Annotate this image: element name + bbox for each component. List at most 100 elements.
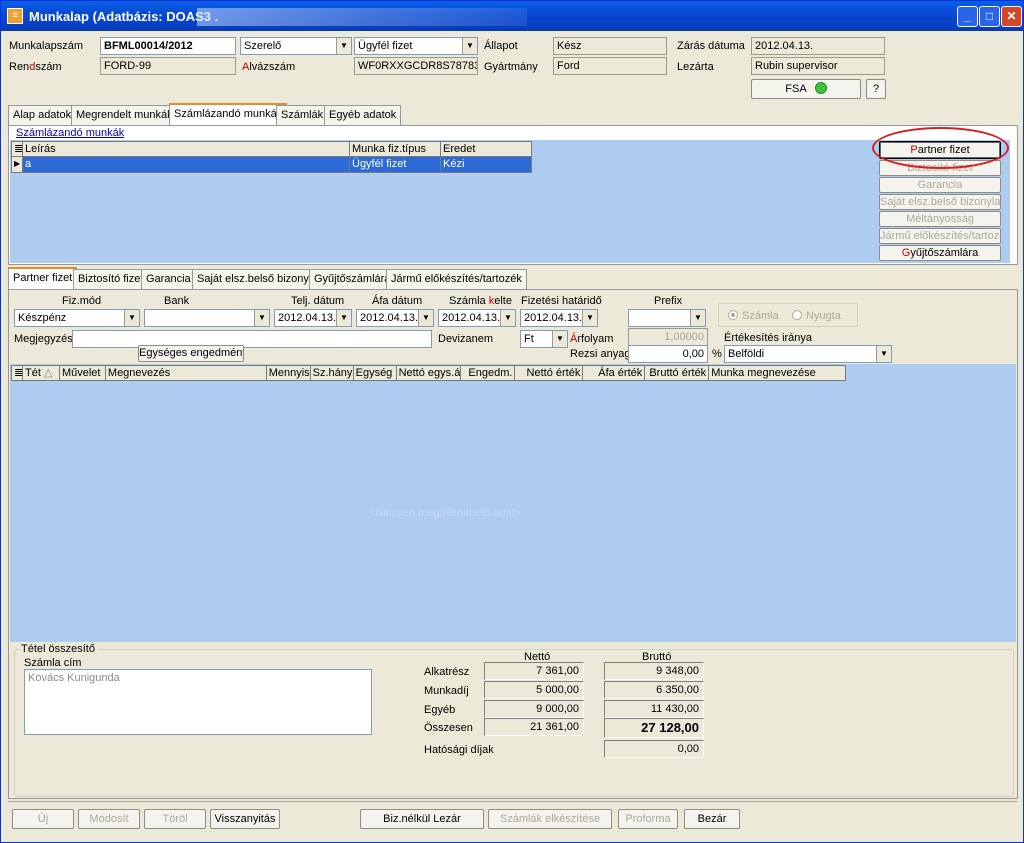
fizetes-tipus-combo[interactable]: Ügyfél fizet ▼ [354, 37, 478, 55]
column-sz-hanyad[interactable]: Sz.hánya [311, 366, 354, 380]
tab-sajat-elsz[interactable]: Saját elsz.belső bizonylat [192, 269, 326, 289]
prefix-combo[interactable]: ▼ [628, 309, 706, 327]
column-chooser-icon[interactable]: ≣ [12, 366, 23, 380]
radio-szamla[interactable]: Számla [728, 310, 779, 322]
alvazszam-label: Alvázszám [242, 61, 296, 73]
tab-partner-fizet[interactable]: Partner fizet [8, 267, 78, 290]
ertekesites-iranya-label: Értékesítés iránya [724, 332, 813, 344]
gyartmany-field: Ford [553, 57, 667, 75]
biz-nelkul-lezar-button[interactable]: Biz.nélkül Lezár [360, 809, 484, 829]
telj-datum-label: Telj. dátum [291, 295, 345, 307]
chevron-down-icon[interactable]: ▼ [500, 310, 515, 326]
fizetesi-hatarido-picker[interactable]: 2012.04.13. ▼ [520, 309, 598, 327]
devizanem-combo[interactable]: Ft ▼ [520, 330, 568, 348]
column-egyseg[interactable]: Egység [354, 366, 397, 380]
ertekesites-iranya-combo[interactable]: Belföldi ▼ [724, 345, 892, 363]
maximize-button[interactable]: □ [979, 6, 1000, 27]
szerelo-value: Szerelő [244, 40, 282, 52]
chevron-down-icon[interactable]: ▼ [254, 310, 269, 326]
tab-megrendelt-munkak[interactable]: Megrendelt munkák [71, 105, 178, 125]
rendszam-field[interactable]: FORD-99 [100, 57, 236, 75]
bank-combo[interactable]: ▼ [144, 309, 270, 327]
tab-gyujtoszamlara[interactable]: Gyűjtőszámlára [309, 269, 396, 289]
cell-eredet: Kézi [443, 158, 465, 170]
munkadij-brutto: 6 350,00 [604, 681, 704, 699]
column-munka-megnevezese[interactable]: Munka megnevezése [709, 366, 845, 380]
fizetesi-hatarido-label: Fizetési határidő [521, 295, 602, 307]
jarmu-elokeszites-button[interactable]: Jármű előkészítés/tartozék [879, 228, 1001, 244]
chevron-down-icon[interactable]: ▼ [336, 38, 351, 54]
alvazszam-field[interactable]: WF0RXXGCDR8S78783 [354, 57, 478, 75]
chevron-down-icon[interactable]: ▼ [124, 310, 139, 326]
tab-szamlak[interactable]: Számlák [276, 105, 329, 125]
tab-jarmu-elokeszites[interactable]: Jármű előkészítés/tartozék [386, 269, 527, 289]
sub-tab-strip: Partner fizet Biztosító fizet Garancia S… [8, 267, 1018, 290]
chevron-down-icon[interactable]: ▼ [418, 310, 433, 326]
szamlak-elkeszitese-button[interactable]: Számlák elkészítése [488, 809, 612, 829]
column-mennyiseg[interactable]: Mennyisé [267, 366, 311, 380]
garancia-button[interactable]: Garancia [879, 177, 1001, 193]
title-bar[interactable]: ≡ Munkalap (Adatbázis: DOAS3 . _ □ ✕ [1, 1, 1023, 31]
megjegyzes-input[interactable] [72, 330, 432, 348]
hatosagi-dijak-value: 0,00 [604, 740, 704, 758]
meltanyossag-button[interactable]: Méltányosság [879, 211, 1001, 227]
chevron-down-icon[interactable]: ▼ [690, 310, 705, 326]
fizmod-combo[interactable]: Készpénz ▼ [14, 309, 140, 327]
egyseges-engedmeny-button[interactable]: Egységes engedmény [138, 345, 244, 362]
tab-szamlazando-munkak[interactable]: Számlázandó munkák [169, 103, 288, 126]
bezar-button[interactable]: Bezár [684, 809, 740, 829]
tab-alap-adatok[interactable]: Alap adatok [8, 105, 77, 125]
sort-asc-icon: △ [43, 367, 53, 379]
sajat-elsz-button[interactable]: Saját elsz.belső bizonylat [879, 194, 1001, 210]
column-leiras[interactable]: Leírás [23, 142, 350, 156]
chevron-down-icon[interactable]: ▼ [876, 346, 891, 362]
chevron-down-icon[interactable]: ▼ [336, 310, 351, 326]
column-muvelet[interactable]: Művelet [60, 366, 106, 380]
chevron-down-icon[interactable]: ▼ [582, 310, 597, 326]
column-munka-fiz-tipus[interactable]: Munka fiz.típus [350, 142, 441, 156]
proforma-button[interactable]: Proforma [618, 809, 678, 829]
chevron-down-icon[interactable]: ▼ [462, 38, 477, 54]
column-engedmeny[interactable]: Engedm. [461, 366, 516, 380]
column-chooser-icon[interactable]: ≣ [12, 142, 23, 156]
column-netto-egysegar[interactable]: Nettó egys.ár [397, 366, 462, 380]
allapot-field: Kész [553, 37, 667, 55]
items-grid-header: ≣ Tét △ Művelet Megnevezés Mennyisé Sz.h… [11, 365, 846, 381]
column-brutto-ertek[interactable]: Bruttó érték [645, 366, 710, 380]
column-eredet[interactable]: Eredet [441, 142, 531, 156]
percent-label: % [712, 348, 722, 360]
close-button[interactable]: ✕ [1001, 6, 1022, 27]
szamla-kelte-picker[interactable]: 2012.04.13. ▼ [438, 309, 516, 327]
torol-button[interactable]: Töröl [144, 809, 206, 829]
summary-title: Tétel összesítő [19, 643, 97, 655]
egyeb-netto: 9 000,00 [484, 700, 584, 718]
telj-datum-picker[interactable]: 2012.04.13. ▼ [274, 309, 352, 327]
chevron-down-icon[interactable]: ▼ [552, 331, 567, 347]
tab-egyeb-adatok[interactable]: Egyéb adatok [324, 105, 402, 125]
tab-garancia[interactable]: Garancia [141, 269, 196, 289]
app-icon: ≡ [7, 8, 23, 24]
gyartmany-label: Gyártmány [484, 61, 538, 73]
items-grid-area[interactable] [10, 364, 1016, 642]
minimize-button[interactable]: _ [957, 6, 978, 27]
afa-datum-picker[interactable]: 2012.04.13. ▼ [356, 309, 434, 327]
fsa-button[interactable]: FSA [751, 79, 861, 99]
column-megnevezes[interactable]: Megnevezés [106, 366, 267, 380]
uj-button[interactable]: Új [12, 809, 74, 829]
visszanyitas-button[interactable]: Visszanyitás [210, 809, 280, 829]
szerelo-combo[interactable]: Szerelő ▼ [240, 37, 352, 55]
column-tet[interactable]: Tét △ [23, 366, 60, 380]
biztosito-fizet-button[interactable]: Biztosító fizet [879, 160, 1001, 176]
tab-biztosito-fizet[interactable]: Biztosító fizet [73, 269, 149, 289]
rezsi-anyag-input[interactable]: 0,00 [628, 345, 708, 363]
modosit-button[interactable]: Módosít [78, 809, 140, 829]
osszesen-brutto: 27 128,00 [604, 718, 704, 738]
munkalapszam-field[interactable]: BFML00014/2012 [100, 37, 236, 55]
gyujtoszamlara-button[interactable]: Gyűjtőszámlára [879, 245, 1001, 261]
radio-nyugta[interactable]: Nyugta [792, 310, 841, 322]
column-netto-ertek[interactable]: Nettó érték [515, 366, 584, 380]
table-row[interactable]: ▶ a Ügyfél fizet Kézi [11, 157, 532, 173]
help-button[interactable]: ? [866, 79, 886, 99]
partner-fizet-button[interactable]: Partner fizet [879, 141, 1001, 159]
column-afa-ertek[interactable]: Áfa érték [583, 366, 646, 380]
